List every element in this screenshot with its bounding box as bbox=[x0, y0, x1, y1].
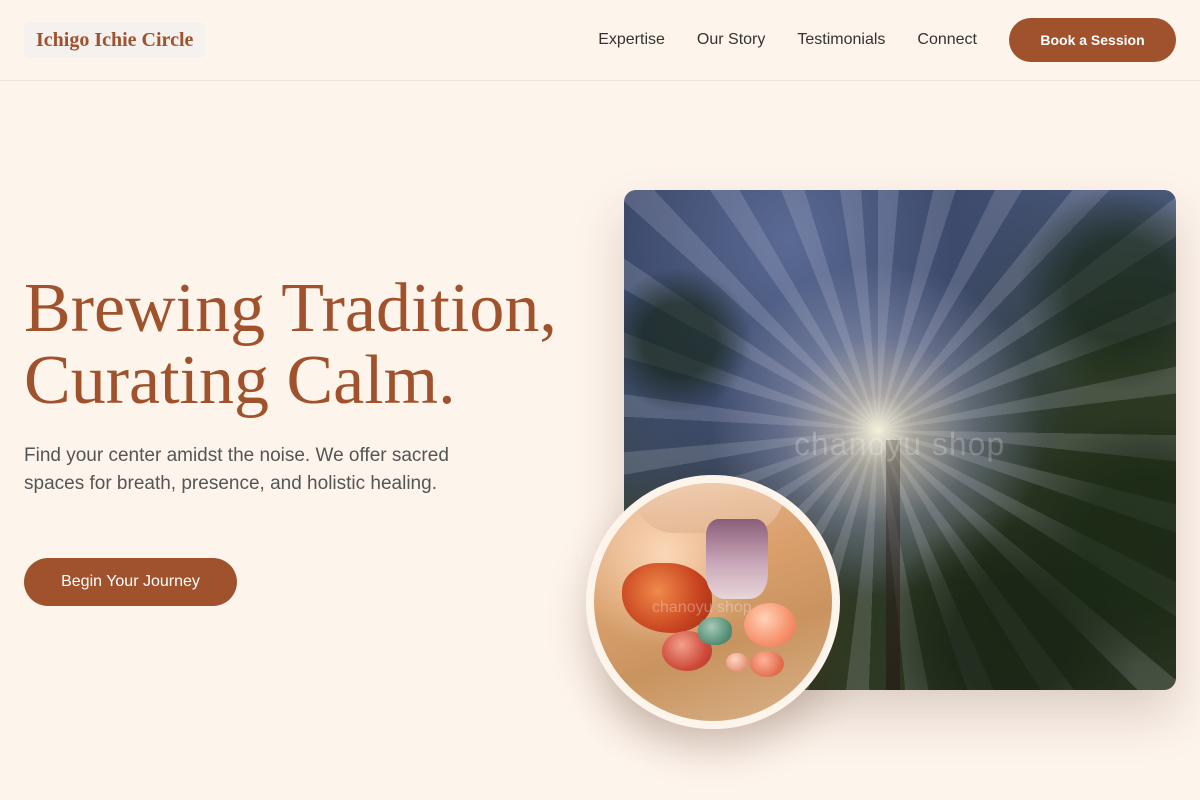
crystal-watermark: chanoyu shop bbox=[652, 599, 752, 616]
begin-journey-button[interactable]: Begin Your Journey bbox=[24, 558, 237, 606]
small-orange-stone bbox=[750, 651, 784, 677]
nav-link-testimonials[interactable]: Testimonials bbox=[797, 31, 885, 49]
book-session-button[interactable]: Book a Session bbox=[1009, 18, 1176, 62]
logo[interactable]: Ichigo Ichie Circle bbox=[24, 22, 206, 58]
crystals-image: chanoyu shop bbox=[586, 475, 840, 729]
nav-link-expertise[interactable]: Expertise bbox=[598, 31, 665, 49]
tree-trunk bbox=[886, 440, 900, 690]
main-nav: Expertise Our Story Testimonials Connect… bbox=[598, 0, 1176, 80]
nav-link-connect[interactable]: Connect bbox=[917, 31, 977, 49]
hero-title: Brewing Tradition, Curating Calm. bbox=[24, 273, 604, 417]
hero-subtitle: Find your center amidst the noise. We of… bbox=[24, 445, 449, 494]
forest-watermark: chanoyu shop bbox=[794, 426, 1006, 462]
amethyst-crystal bbox=[706, 519, 768, 599]
hero-title-line-2: Curating Calm. bbox=[24, 342, 456, 419]
green-tumbled-stone bbox=[698, 617, 732, 645]
nav-link-our-story[interactable]: Our Story bbox=[697, 31, 765, 49]
orange-crystal-cluster bbox=[622, 563, 712, 633]
site-header: Ichigo Ichie Circle Expertise Our Story … bbox=[0, 0, 1200, 81]
hero-title-line-1: Brewing Tradition, bbox=[24, 270, 557, 347]
small-pink-stone bbox=[726, 653, 748, 671]
